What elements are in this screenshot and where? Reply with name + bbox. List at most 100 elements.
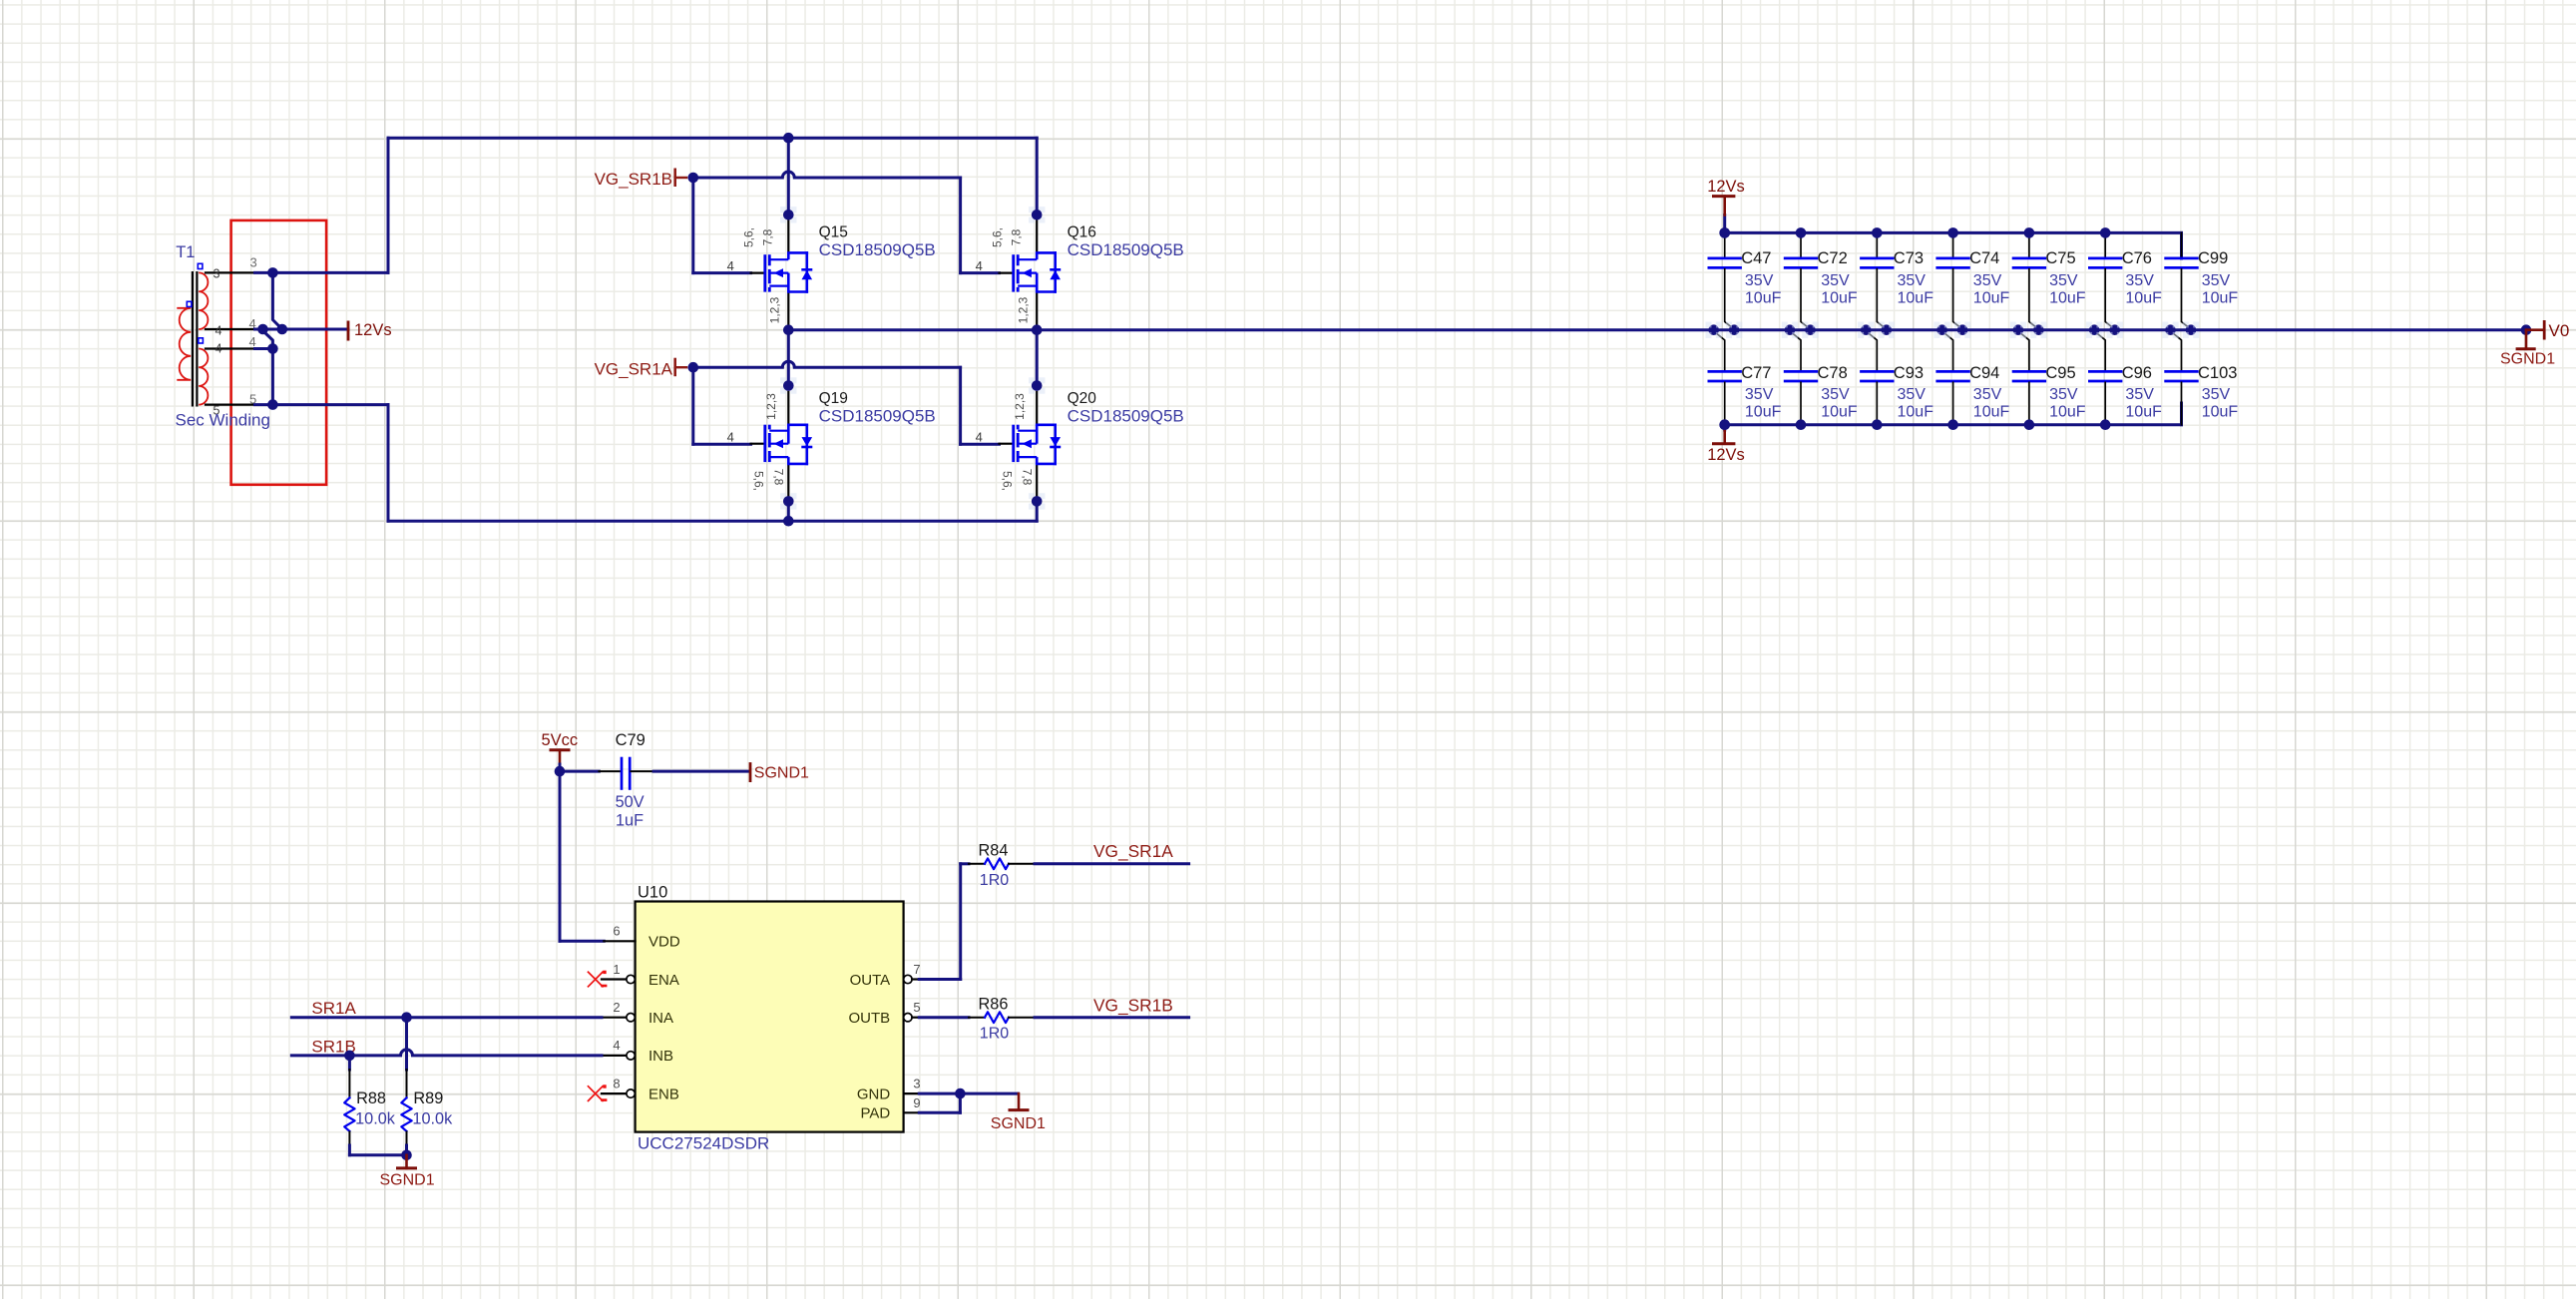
svg-text:35V: 35V — [1821, 272, 1850, 289]
svg-text:50V: 50V — [616, 793, 644, 811]
svg-text:C96: C96 — [2122, 364, 2152, 382]
svg-text:C103: C103 — [2198, 364, 2237, 382]
svg-text:10uF: 10uF — [2125, 403, 2162, 420]
svg-text:10uF: 10uF — [2049, 289, 2086, 306]
svg-text:4: 4 — [976, 430, 983, 445]
svg-text:4: 4 — [215, 342, 222, 356]
svg-text:7,8: 7,8 — [1021, 469, 1035, 486]
svg-text:5: 5 — [913, 1000, 920, 1015]
svg-text:35V: 35V — [2202, 386, 2231, 403]
svg-text:Q20: Q20 — [1068, 390, 1097, 407]
svg-text:4: 4 — [215, 323, 222, 337]
svg-text:Q15: Q15 — [819, 224, 848, 241]
svg-text:GND: GND — [857, 1086, 891, 1102]
svg-text:5,6,: 5,6, — [742, 227, 756, 247]
svg-text:35V: 35V — [1821, 386, 1850, 403]
svg-text:4: 4 — [727, 430, 734, 445]
svg-text:SGND1: SGND1 — [754, 764, 809, 781]
svg-text:C95: C95 — [2045, 364, 2075, 382]
svg-text:Q16: Q16 — [1068, 224, 1096, 241]
svg-text:3: 3 — [913, 1076, 920, 1090]
svg-text:35V: 35V — [1745, 386, 1774, 403]
svg-text:SGND1: SGND1 — [991, 1115, 1046, 1132]
svg-text:10uF: 10uF — [1973, 403, 2010, 420]
svg-text:C77: C77 — [1741, 364, 1771, 382]
svg-text:10uF: 10uF — [1821, 289, 1858, 306]
svg-text:C47: C47 — [1741, 249, 1771, 267]
svg-text:35V: 35V — [1745, 272, 1774, 289]
svg-text:12Vs: 12Vs — [1707, 446, 1745, 464]
svg-text:35V: 35V — [2202, 272, 2231, 289]
svg-text:C72: C72 — [1818, 249, 1848, 267]
svg-text:ENA: ENA — [648, 972, 679, 989]
svg-text:3: 3 — [250, 254, 257, 269]
svg-text:R86: R86 — [979, 995, 1009, 1013]
svg-text:SGND1: SGND1 — [2500, 351, 2555, 368]
svg-text:10uF: 10uF — [1745, 403, 1782, 420]
svg-text:10.0k: 10.0k — [355, 1110, 396, 1128]
svg-text:SR1A: SR1A — [311, 999, 356, 1018]
svg-text:1,2,3: 1,2,3 — [1017, 296, 1031, 323]
svg-text:VG_SR1B: VG_SR1B — [1093, 996, 1173, 1016]
svg-text:1R0: 1R0 — [980, 1026, 1009, 1043]
svg-text:C74: C74 — [1969, 249, 1999, 267]
svg-text:C75: C75 — [2045, 249, 2075, 267]
svg-text:CSD18509Q5B: CSD18509Q5B — [1068, 240, 1184, 259]
svg-text:C73: C73 — [1894, 249, 1924, 267]
svg-text:4: 4 — [976, 258, 983, 273]
svg-text:3: 3 — [214, 267, 220, 281]
svg-text:C76: C76 — [2122, 249, 2152, 267]
svg-text:8: 8 — [613, 1076, 620, 1090]
svg-text:5,6,: 5,6, — [752, 471, 766, 491]
svg-text:INB: INB — [648, 1048, 673, 1065]
svg-text:10uF: 10uF — [1898, 289, 1934, 306]
svg-text:1,2,3: 1,2,3 — [764, 393, 778, 420]
svg-text:VG_SR1B: VG_SR1B — [595, 170, 672, 189]
svg-text:SGND1: SGND1 — [380, 1171, 435, 1188]
svg-text:UCC27524DSDR: UCC27524DSDR — [638, 1134, 769, 1153]
svg-text:10uF: 10uF — [2202, 403, 2239, 420]
svg-text:V0: V0 — [2549, 321, 2570, 340]
svg-text:C78: C78 — [1818, 364, 1848, 382]
svg-text:OUTB: OUTB — [849, 1010, 891, 1027]
svg-text:C93: C93 — [1894, 364, 1924, 382]
svg-text:Sec Winding: Sec Winding — [176, 410, 270, 429]
svg-text:CSD18509Q5B: CSD18509Q5B — [819, 407, 936, 426]
svg-text:1: 1 — [613, 962, 620, 977]
svg-text:R89: R89 — [413, 1089, 443, 1107]
svg-text:35V: 35V — [2125, 272, 2154, 289]
svg-text:R88: R88 — [356, 1089, 386, 1107]
svg-text:35V: 35V — [2049, 386, 2078, 403]
svg-text:12Vs: 12Vs — [1707, 178, 1745, 196]
svg-text:R84: R84 — [979, 841, 1009, 859]
svg-text:35V: 35V — [2049, 272, 2078, 289]
svg-text:7: 7 — [913, 962, 920, 977]
svg-text:2: 2 — [613, 1000, 620, 1015]
svg-text:10uF: 10uF — [1973, 289, 2010, 306]
svg-text:6: 6 — [613, 924, 620, 939]
svg-text:35V: 35V — [1973, 386, 2002, 403]
svg-text:C99: C99 — [2198, 249, 2228, 267]
svg-text:35V: 35V — [1973, 272, 2002, 289]
svg-text:1uF: 1uF — [616, 811, 644, 829]
svg-text:10uF: 10uF — [2049, 403, 2086, 420]
svg-text:INA: INA — [648, 1010, 673, 1027]
svg-text:1,2,3: 1,2,3 — [768, 296, 782, 323]
svg-text:4: 4 — [727, 258, 734, 273]
svg-text:1,2,3: 1,2,3 — [1013, 393, 1027, 420]
svg-text:CSD18509Q5B: CSD18509Q5B — [1068, 407, 1184, 426]
svg-text:OUTA: OUTA — [850, 972, 891, 989]
svg-text:7,8: 7,8 — [761, 228, 775, 245]
svg-text:1R0: 1R0 — [980, 872, 1009, 889]
svg-text:9: 9 — [913, 1095, 920, 1110]
svg-text:U10: U10 — [638, 883, 667, 901]
svg-text:T1: T1 — [176, 243, 195, 261]
svg-text:12Vs: 12Vs — [354, 321, 392, 339]
svg-text:7,8: 7,8 — [1010, 228, 1024, 245]
svg-text:ENB: ENB — [648, 1086, 679, 1102]
svg-text:10.0k: 10.0k — [412, 1110, 453, 1128]
svg-text:4: 4 — [613, 1038, 620, 1053]
svg-text:VG_SR1A: VG_SR1A — [595, 359, 673, 378]
svg-text:CSD18509Q5B: CSD18509Q5B — [819, 240, 936, 259]
svg-text:10uF: 10uF — [1745, 289, 1782, 306]
